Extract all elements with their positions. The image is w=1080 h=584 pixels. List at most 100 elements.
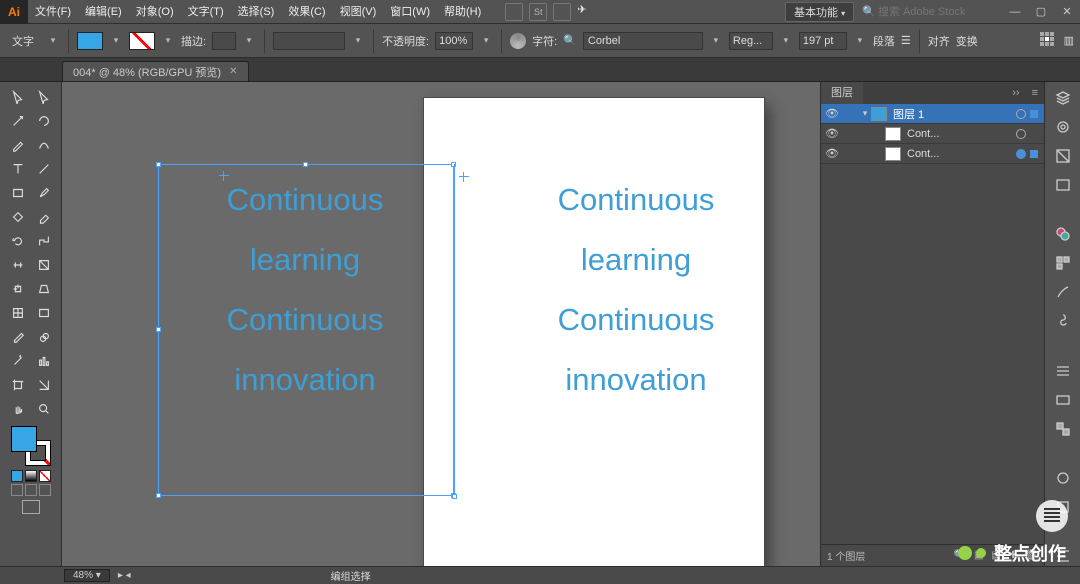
- symbol-sprayer-tool[interactable]: [6, 350, 30, 372]
- font-family[interactable]: [583, 32, 703, 50]
- brushes-icon[interactable]: [1052, 283, 1074, 302]
- menu-window[interactable]: 窗口(W): [383, 0, 437, 24]
- scale-tool[interactable]: [32, 230, 56, 252]
- gradient-tool[interactable]: [32, 302, 56, 324]
- free-transform-tool[interactable]: [32, 254, 56, 276]
- brush-field[interactable]: [273, 32, 345, 50]
- swatches-icon[interactable]: [1052, 254, 1074, 273]
- eyedropper-tool[interactable]: [6, 326, 30, 348]
- align-link[interactable]: 对齐: [928, 33, 950, 49]
- zoom-tool[interactable]: [32, 398, 56, 420]
- layer-row[interactable]: 👁 ▾ 图层 1: [821, 104, 1044, 124]
- magic-wand-tool[interactable]: [6, 110, 30, 132]
- align-panel-icon[interactable]: ☰: [901, 34, 911, 47]
- font-size[interactable]: [799, 32, 847, 50]
- window-minimize[interactable]: —: [1002, 6, 1028, 18]
- layers-tab[interactable]: 图层: [821, 82, 863, 104]
- slice-tool[interactable]: [32, 374, 56, 396]
- line-tool[interactable]: [32, 158, 56, 180]
- close-tab-icon[interactable]: ✕: [229, 66, 237, 77]
- fill-swatch[interactable]: [77, 32, 103, 50]
- mesh-tool[interactable]: [6, 302, 30, 324]
- shaper-tool[interactable]: [6, 206, 30, 228]
- layer-row[interactable]: 👁 Cont...: [821, 144, 1044, 164]
- blend-tool[interactable]: [32, 326, 56, 348]
- shape-builder-tool[interactable]: [6, 278, 30, 300]
- layer-name[interactable]: Cont...: [907, 148, 1012, 160]
- layer-row[interactable]: 👁 Cont...: [821, 124, 1044, 144]
- stroke-panel-icon[interactable]: [1052, 361, 1074, 380]
- document-tab[interactable]: 004* @ 48% (RGB/GPU 预览) ✕: [62, 61, 249, 81]
- share-icon[interactable]: ✈: [577, 3, 595, 21]
- zoom-field[interactable]: 48% ▾: [64, 569, 110, 582]
- symbols-icon[interactable]: [1052, 312, 1074, 331]
- stock-search[interactable]: 🔍: [862, 5, 988, 18]
- window-restore[interactable]: ▢: [1028, 5, 1054, 18]
- menu-object[interactable]: 对象(O): [129, 0, 181, 24]
- selection-tool[interactable]: [6, 86, 30, 108]
- gpu-icon[interactable]: [505, 3, 523, 21]
- text-object-right[interactable]: ContinuouslearningContinuousinnovation: [502, 170, 770, 410]
- stroke-swatch[interactable]: [129, 32, 155, 50]
- width-tool[interactable]: [6, 254, 30, 276]
- pen-tool[interactable]: [6, 134, 30, 156]
- paragraph-link[interactable]: 段落: [873, 33, 895, 49]
- paintbrush-tool[interactable]: [32, 182, 56, 204]
- appearance-icon[interactable]: [1052, 468, 1074, 487]
- direct-selection-tool[interactable]: [32, 86, 56, 108]
- transform-link[interactable]: 变换: [956, 33, 978, 49]
- font-search-icon[interactable]: 🔍: [563, 34, 577, 47]
- gradient-icon[interactable]: [1052, 390, 1074, 409]
- recolor-icon[interactable]: [510, 33, 526, 49]
- artboard-tool[interactable]: [6, 374, 30, 396]
- menu-help[interactable]: 帮助(H): [437, 0, 488, 24]
- opacity-field[interactable]: [435, 32, 473, 50]
- expand-icon[interactable]: ▾: [859, 108, 871, 119]
- ref-point-icon[interactable]: [1040, 32, 1058, 50]
- menu-file[interactable]: 文件(F): [28, 0, 78, 24]
- screen-mode-row[interactable]: [22, 500, 40, 514]
- color-icon[interactable]: [1052, 225, 1074, 244]
- stock-search-input[interactable]: [878, 6, 988, 18]
- menu-edit[interactable]: 编辑(E): [78, 0, 129, 24]
- column-graph-tool[interactable]: [32, 350, 56, 372]
- target-icon[interactable]: [1016, 109, 1026, 119]
- visibility-icon[interactable]: 👁: [821, 107, 843, 120]
- rotate-tool[interactable]: [6, 230, 30, 252]
- panel-menu-icon[interactable]: ≡: [1026, 87, 1044, 99]
- draw-mode-row[interactable]: [11, 484, 51, 496]
- window-close[interactable]: ✕: [1054, 5, 1080, 18]
- menu-effect[interactable]: 效果(C): [281, 0, 332, 24]
- asset-export-icon[interactable]: [1052, 175, 1074, 194]
- fill-stroke-control[interactable]: [11, 426, 51, 466]
- layers-panel-icon[interactable]: [1052, 88, 1074, 107]
- transparency-icon[interactable]: [1052, 419, 1074, 438]
- rectangle-tool[interactable]: [6, 182, 30, 204]
- curvature-tool[interactable]: [32, 134, 56, 156]
- visibility-icon[interactable]: 👁: [821, 127, 843, 140]
- menu-type[interactable]: 文字(T): [181, 0, 231, 24]
- menu-select[interactable]: 选择(S): [231, 0, 282, 24]
- target-icon[interactable]: [1016, 149, 1026, 159]
- target-icon[interactable]: [1016, 129, 1026, 139]
- menu-view[interactable]: 视图(V): [333, 0, 384, 24]
- font-weight[interactable]: [729, 32, 773, 50]
- workspace-switcher[interactable]: 基本功能 ▾: [785, 2, 854, 22]
- lasso-tool[interactable]: [32, 110, 56, 132]
- object-menu[interactable]: ▾: [46, 34, 60, 48]
- type-tool[interactable]: [6, 158, 30, 180]
- perspective-tool[interactable]: [32, 278, 56, 300]
- hand-tool[interactable]: [6, 398, 30, 420]
- stock-icon[interactable]: St: [529, 3, 547, 21]
- panel-collapse-icon[interactable]: ››: [1006, 87, 1025, 99]
- libraries-icon[interactable]: [1052, 117, 1074, 136]
- color-mode-row[interactable]: [11, 470, 51, 482]
- layer-name[interactable]: 图层 1: [893, 106, 1012, 122]
- arrange-icon[interactable]: [553, 3, 571, 21]
- eraser-tool[interactable]: [32, 206, 56, 228]
- stroke-weight[interactable]: [212, 32, 236, 50]
- visibility-icon[interactable]: 👁: [821, 147, 843, 160]
- layer-name[interactable]: Cont...: [907, 128, 1012, 140]
- artboards-icon[interactable]: [1052, 146, 1074, 165]
- isolate-icon[interactable]: ▥: [1064, 34, 1074, 47]
